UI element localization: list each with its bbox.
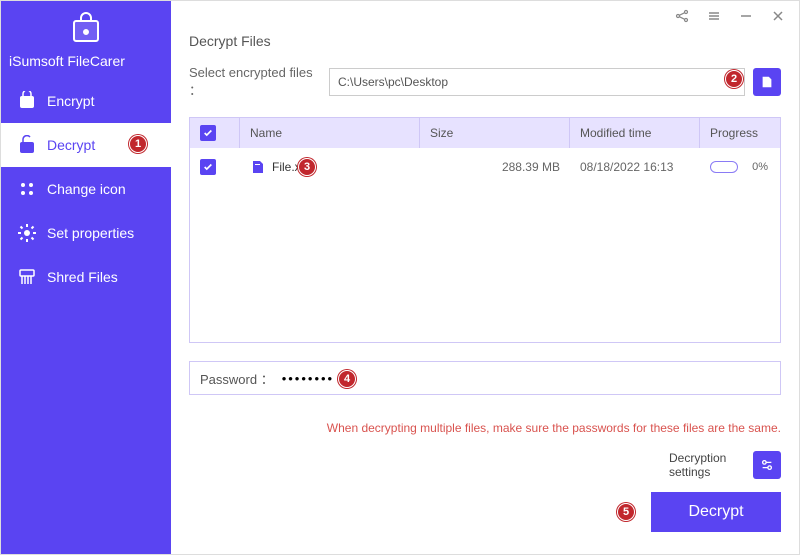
browse-file-button[interactable] xyxy=(753,68,781,96)
sidebar-item-shred-files[interactable]: Shred Files xyxy=(1,255,171,299)
brand-name: iSumsoft FileCarer xyxy=(1,53,171,79)
path-label: Select encrypted files ： xyxy=(189,65,321,99)
callout-4: 4 xyxy=(338,370,356,388)
gear-icon xyxy=(17,223,37,243)
sidebar-item-encrypt[interactable]: Encrypt xyxy=(1,79,171,123)
app-logo-icon xyxy=(68,11,104,47)
password-label: Password ： xyxy=(200,369,274,388)
sidebar-item-decrypt[interactable]: Decrypt 1 xyxy=(1,123,171,167)
col-progress[interactable]: Progress xyxy=(700,118,780,148)
checkbox-all[interactable] xyxy=(200,125,216,141)
unlock-icon xyxy=(17,135,37,155)
sidebar-item-change-icon[interactable]: Change icon xyxy=(1,167,171,211)
sidebar-item-label: Shred Files xyxy=(47,269,118,285)
col-size[interactable]: Size xyxy=(420,118,570,148)
callout-3: 3 xyxy=(298,158,316,176)
brand-area xyxy=(1,1,171,53)
password-row: Password ： 4 xyxy=(189,361,781,395)
window-controls xyxy=(171,1,799,31)
sidebar-item-label: Change icon xyxy=(47,181,126,197)
table-row[interactable]: File.xep 288.39 MB 08/18/2022 16:13 0% 3 xyxy=(190,148,780,186)
row-checkbox[interactable] xyxy=(200,159,216,175)
app-root: iSumsoft FileCarer Encrypt Decrypt 1 Cha xyxy=(1,1,799,554)
decryption-settings-label: Decryption settings xyxy=(669,451,741,480)
callout-1: 1 xyxy=(129,135,147,153)
table-body: File.xep 288.39 MB 08/18/2022 16:13 0% 3 xyxy=(190,148,780,342)
menu-icon[interactable] xyxy=(707,9,721,23)
warning-text: When decrypting multiple files, make sur… xyxy=(189,421,781,435)
decrypt-button[interactable]: Decrypt xyxy=(651,492,781,532)
callout-5: 5 xyxy=(617,503,635,521)
progress-bar xyxy=(710,161,738,173)
nav: Encrypt Decrypt 1 Change icon Set prope xyxy=(1,79,171,299)
sidebar-item-label: Set properties xyxy=(47,225,134,241)
table-header: Name Size Modified time Progress xyxy=(190,118,780,148)
col-name[interactable]: Name xyxy=(240,118,420,148)
sidebar-item-set-properties[interactable]: Set properties xyxy=(1,211,171,255)
file-size: 288.39 MB xyxy=(420,160,570,174)
grid-icon xyxy=(17,179,37,199)
decryption-settings-button[interactable] xyxy=(753,451,781,479)
header-check[interactable] xyxy=(190,118,240,148)
path-input[interactable] xyxy=(329,68,745,96)
shred-icon xyxy=(17,267,37,287)
sidebar-item-label: Encrypt xyxy=(47,93,94,109)
path-row: Select encrypted files ： 2 xyxy=(189,65,781,99)
main-panel: Decrypt Files Select encrypted files ： 2 xyxy=(171,1,799,554)
col-mtime[interactable]: Modified time xyxy=(570,118,700,148)
lock-icon xyxy=(17,91,37,111)
close-icon[interactable] xyxy=(771,9,785,23)
file-table: Name Size Modified time Progress xyxy=(189,117,781,343)
action-row: 5 Decrypt xyxy=(189,492,781,532)
callout-2: 2 xyxy=(725,70,743,88)
file-icon xyxy=(250,159,266,175)
progress-pct: 0% xyxy=(744,161,768,173)
sidebar: iSumsoft FileCarer Encrypt Decrypt 1 Cha xyxy=(1,1,171,554)
share-icon[interactable] xyxy=(675,9,689,23)
file-mtime: 08/18/2022 16:13 xyxy=(570,160,700,174)
content: Decrypt Files Select encrypted files ： 2 xyxy=(171,31,799,554)
minimize-icon[interactable] xyxy=(739,9,753,23)
sidebar-item-label: Decrypt xyxy=(47,137,95,153)
page-title: Decrypt Files xyxy=(189,33,781,49)
settings-row: Decryption settings xyxy=(189,451,781,480)
